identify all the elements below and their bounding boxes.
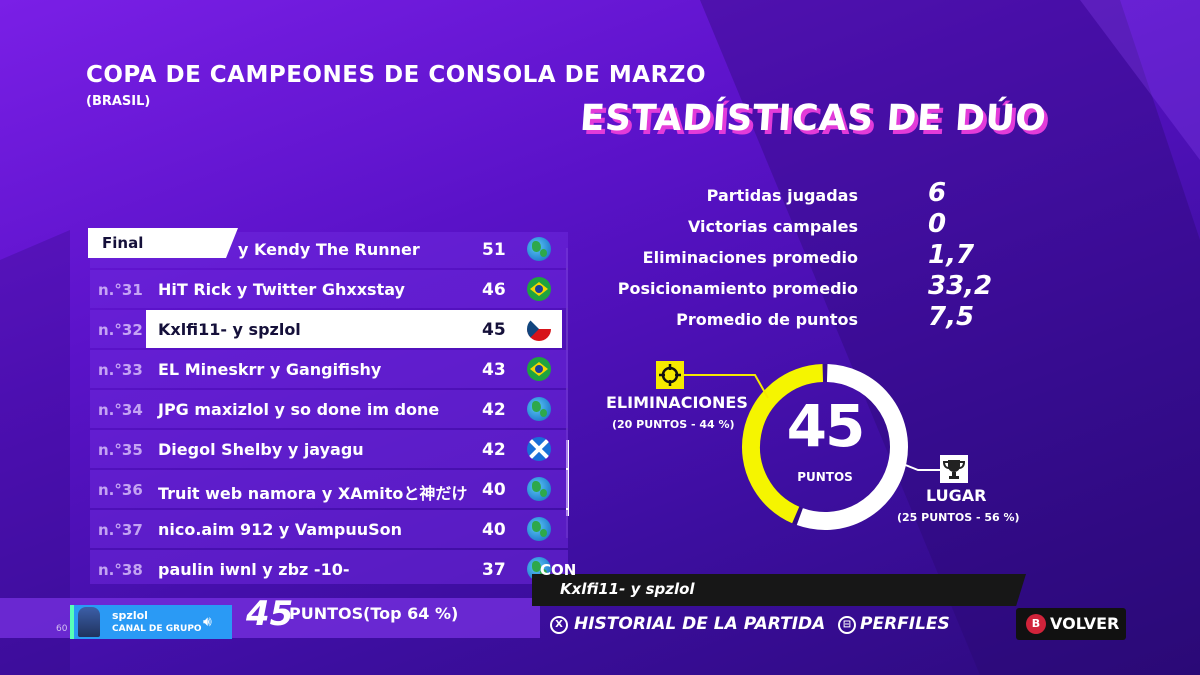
speaker-icon: 🔊︎ <box>203 614 212 630</box>
x-button-icon: X <box>550 616 568 634</box>
avatar <box>78 607 100 637</box>
party-channel: CANAL DE GRUPO <box>112 624 202 634</box>
eliminations-label: ELIMINACIONES <box>606 393 748 412</box>
match-history-button[interactable]: HISTORIAL DE LA PARTIDA <box>574 614 825 634</box>
total-points-percentile: (Top 64 %) <box>363 604 459 623</box>
teammates-label: CON <box>540 561 577 579</box>
party-member-name: spzlol <box>112 609 148 622</box>
total-points-value: 45 <box>246 594 294 634</box>
b-button-icon: B <box>1026 614 1046 634</box>
crosshair-icon <box>656 361 684 389</box>
teammates-names: Kxlfi11- y spzlol <box>560 580 695 598</box>
placement-detail: (25 PUNTOS - 56 %) <box>897 511 1020 524</box>
callout-lines <box>684 374 940 471</box>
profiles-button[interactable]: PERFILES <box>860 614 950 634</box>
placement-label: LUGAR <box>926 486 987 505</box>
trophy-icon <box>940 455 968 483</box>
view-button-icon: ⊟ <box>838 616 856 634</box>
fps-counter: 60 <box>56 624 68 634</box>
total-points-label: PUNTOS <box>289 604 364 623</box>
eliminations-detail: (20 PUNTOS - 44 %) <box>612 418 735 431</box>
